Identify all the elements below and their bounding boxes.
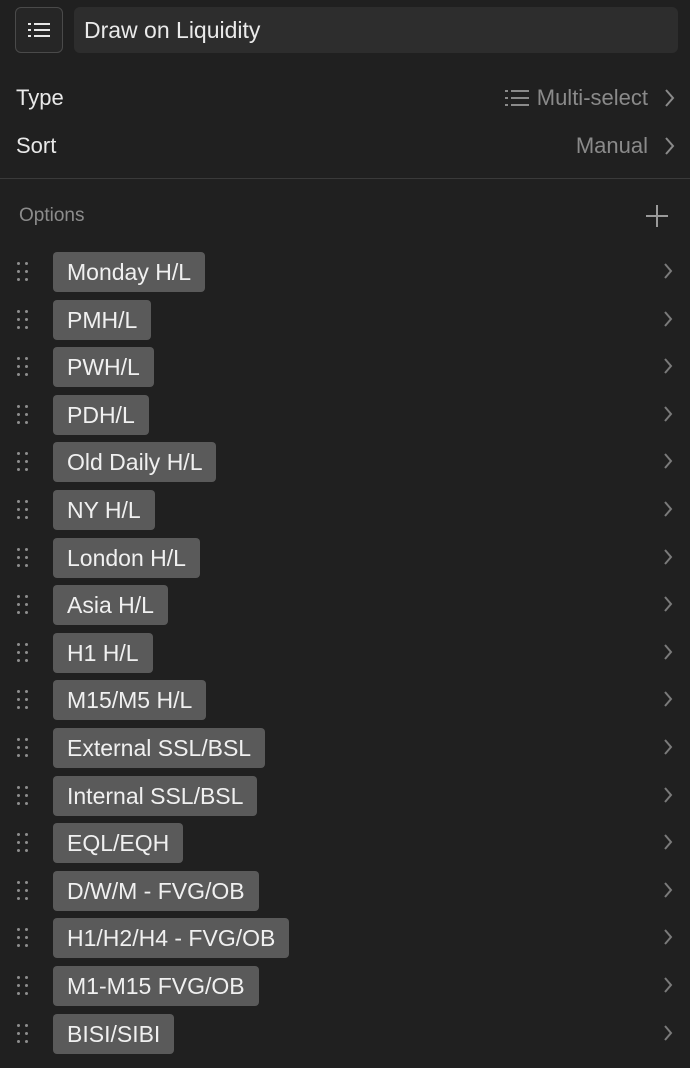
chevron-right-icon [664,123,676,169]
property-icon-button[interactable] [15,7,63,53]
chevron-right-icon [662,260,674,282]
option-row[interactable]: D/W/M - FVG/OB [0,869,690,913]
drag-handle-icon[interactable] [17,879,31,901]
option-row[interactable]: Asia H/L [0,583,690,627]
drag-handle-icon[interactable] [17,736,31,758]
option-tag[interactable]: London H/L [53,538,200,578]
option-tag[interactable]: NY H/L [53,490,155,530]
header: Draw on Liquidity [0,0,690,62]
option-tag[interactable]: EQL/EQH [53,823,184,863]
option-row[interactable]: Internal SSL/BSL [0,774,690,818]
option-tag[interactable]: M1-M15 FVG/OB [53,966,259,1006]
type-label: Type [16,85,64,110]
option-row[interactable]: PMH/L [0,298,690,342]
option-tag[interactable]: M15/M5 H/L [53,680,207,720]
chevron-right-icon [662,641,674,663]
option-row[interactable]: H1/H2/H4 - FVG/OB [0,916,690,960]
chevron-right-icon [662,974,674,996]
option-tag[interactable]: Asia H/L [53,585,168,625]
option-tag[interactable]: External SSL/BSL [53,728,266,768]
drag-handle-icon[interactable] [17,355,31,377]
options-section-label: Options [19,205,85,226]
chevron-right-icon [662,593,674,615]
list-icon [28,22,50,38]
option-row[interactable]: BISI/SIBI [0,1012,690,1056]
option-tag[interactable]: D/W/M - FVG/OB [53,871,259,911]
chevron-right-icon [662,498,674,520]
type-value-text: Multi-select [536,85,648,110]
chevron-right-icon [662,546,674,568]
chevron-right-icon [662,784,674,806]
drag-handle-icon[interactable] [17,1022,31,1044]
drag-handle-icon[interactable] [17,593,31,615]
drag-handle-icon[interactable] [17,546,31,568]
plus-icon[interactable] [646,205,668,227]
drag-handle-icon[interactable] [17,784,31,806]
option-row[interactable]: H1 H/L [0,631,690,675]
option-row[interactable]: NY H/L [0,488,690,532]
option-row[interactable]: London H/L [0,536,690,580]
chevron-right-icon [662,308,674,330]
option-tag[interactable]: BISI/SIBI [53,1014,175,1054]
option-row[interactable]: PDH/L [0,393,690,437]
sort-row[interactable]: Sort Manual [0,123,690,169]
chevron-right-icon [662,688,674,710]
drag-handle-icon[interactable] [17,450,31,472]
sort-label: Sort [16,133,57,158]
sort-value: Manual [575,133,648,158]
drag-handle-icon[interactable] [17,974,31,996]
option-tag[interactable]: PDH/L [53,395,149,435]
drag-handle-icon[interactable] [17,498,31,520]
option-row[interactable]: External SSL/BSL [0,726,690,770]
drag-handle-icon[interactable] [17,926,31,948]
option-row[interactable]: EQL/EQH [0,821,690,865]
option-row[interactable]: Monday H/L [0,250,690,294]
chevron-right-icon [662,831,674,853]
option-tag[interactable]: Old Daily H/L [53,442,217,482]
option-tag[interactable]: PMH/L [53,300,152,340]
chevron-right-icon [662,926,674,948]
chevron-right-icon [662,736,674,758]
property-name-input[interactable]: Draw on Liquidity [74,7,678,53]
option-tag[interactable]: Monday H/L [53,252,206,292]
type-value: Multi-select [504,75,648,121]
drag-handle-icon[interactable] [17,641,31,663]
list-icon [504,90,529,106]
drag-handle-icon[interactable] [17,831,31,853]
drag-handle-icon[interactable] [17,688,31,710]
option-tag[interactable]: H1 H/L [53,633,153,673]
type-row[interactable]: Type Multi-select [0,75,690,121]
drag-handle-icon[interactable] [17,308,31,330]
option-row[interactable]: Old Daily H/L [0,440,690,484]
option-tag[interactable]: H1/H2/H4 - FVG/OB [53,918,290,958]
chevron-right-icon [662,879,674,901]
chevron-right-icon [664,75,676,121]
divider [0,178,690,179]
option-row[interactable]: M15/M5 H/L [0,678,690,722]
option-tag[interactable]: Internal SSL/BSL [53,776,258,816]
drag-handle-icon[interactable] [17,403,31,425]
option-row[interactable]: PWH/L [0,345,690,389]
chevron-right-icon [662,355,674,377]
option-tag[interactable]: PWH/L [53,347,154,387]
chevron-right-icon [662,1022,674,1044]
chevron-right-icon [662,403,674,425]
option-row[interactable]: M1-M15 FVG/OB [0,964,690,1008]
chevron-right-icon [662,450,674,472]
drag-handle-icon[interactable] [17,260,31,282]
